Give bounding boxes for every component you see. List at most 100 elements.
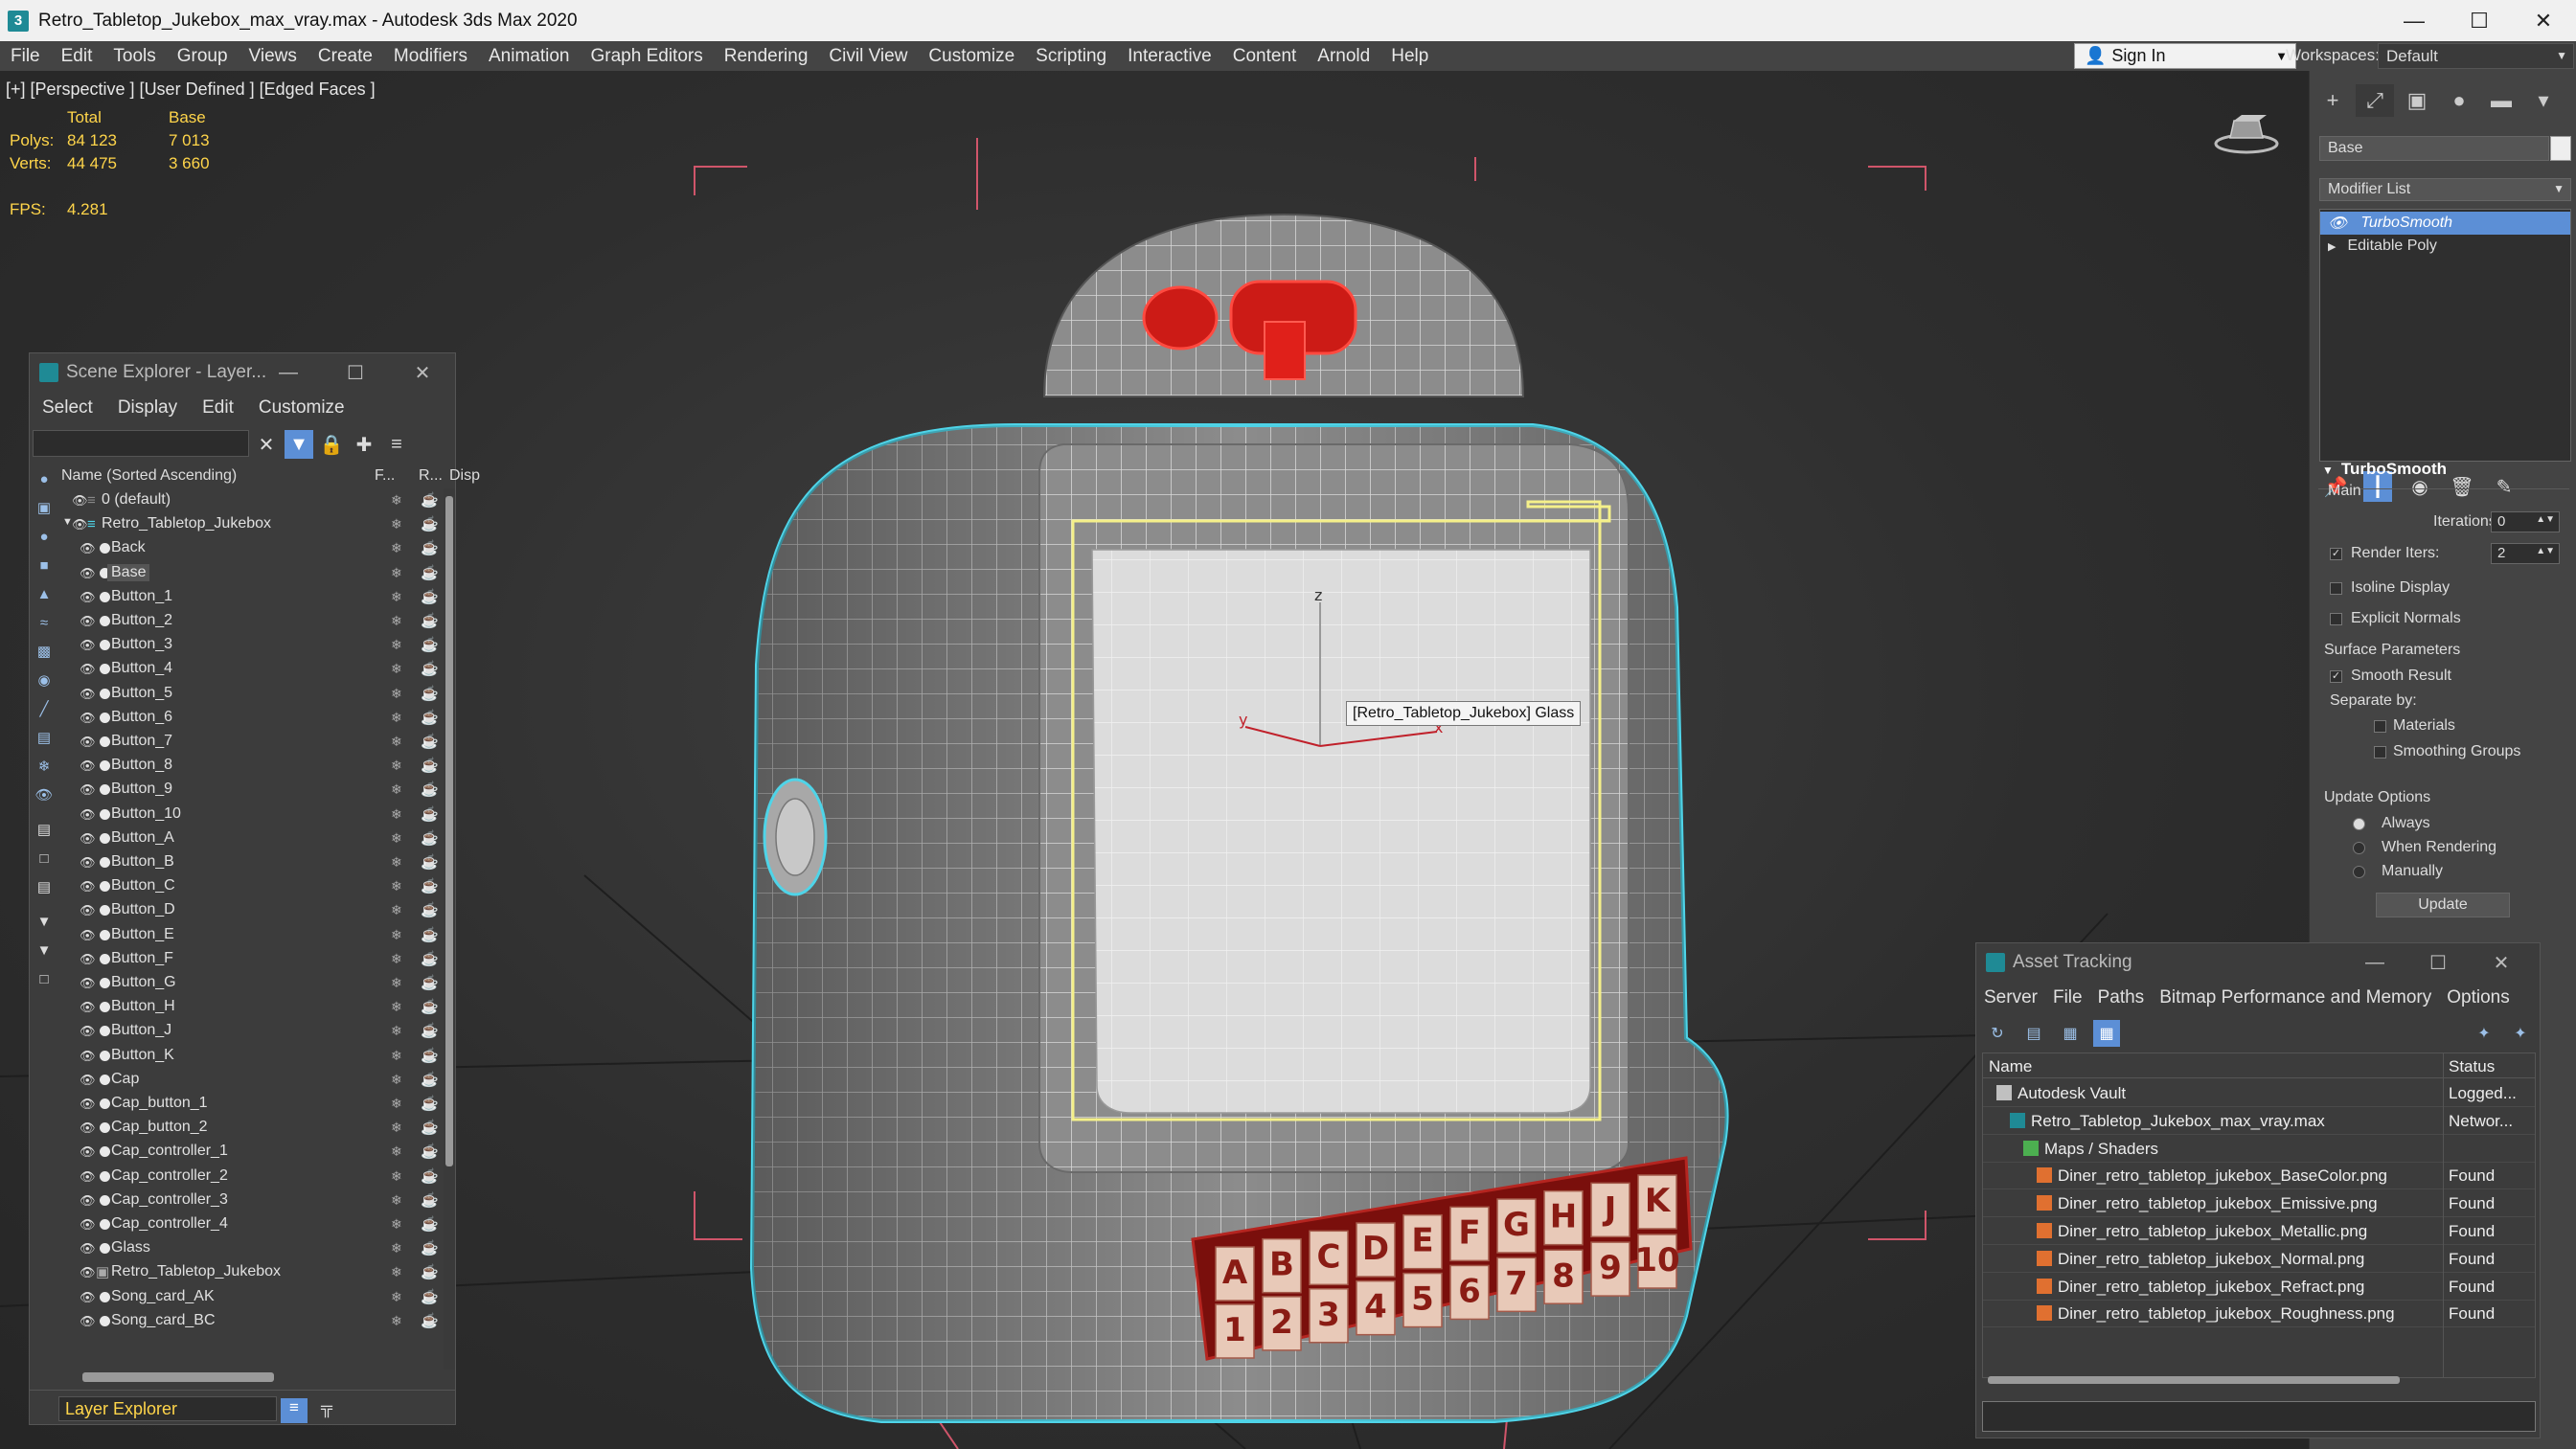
freeze-icon[interactable]: ❄ — [391, 927, 402, 943]
freeze-icon[interactable]: ❄ — [391, 1192, 402, 1209]
renderable-teapot-icon[interactable]: ☕ — [421, 515, 439, 532]
eye-icon[interactable]: 👁 — [2328, 214, 2347, 233]
eye-icon[interactable]: 👁 — [80, 782, 96, 797]
display-containers-icon[interactable]: ▤ — [34, 727, 55, 748]
clear-search-icon[interactable]: ✕ — [252, 430, 281, 459]
menu-modifiers[interactable]: Modifiers — [383, 46, 478, 67]
scene-explorer-row[interactable]: 👁 Cap_button_2 ❄ ☕ — [58, 1116, 444, 1141]
renderable-teapot-icon[interactable]: ☕ — [421, 685, 439, 702]
renderable-teapot-icon[interactable]: ☕ — [421, 757, 439, 774]
close-icon[interactable]: ✕ — [2510, 0, 2576, 41]
scene-explorer-row[interactable]: 👁 Button_C ❄ ☕ — [58, 874, 444, 899]
eye-icon[interactable]: 👁 — [80, 1217, 96, 1232]
update-button[interactable]: Update — [2376, 893, 2510, 917]
freeze-icon[interactable]: ❄ — [391, 1096, 402, 1112]
frozen-column-header[interactable]: F... — [375, 467, 395, 485]
minimize-icon[interactable]: — — [2381, 0, 2448, 41]
renderable-teapot-icon[interactable]: ☕ — [421, 1288, 439, 1305]
scene-explorer-row[interactable]: 👁 Button_D ❄ ☕ — [58, 898, 444, 923]
utilities-tab-icon[interactable]: ▾ — [2524, 84, 2563, 117]
close-icon[interactable]: ✕ — [2473, 943, 2530, 982]
display-shapes-icon[interactable]: ▣ — [34, 497, 55, 518]
minimize-icon[interactable]: — — [260, 353, 317, 392]
scene-explorer-row[interactable]: 👁 Button_A ❄ ☕ — [58, 826, 444, 851]
freeze-icon[interactable]: ❄ — [391, 1168, 402, 1185]
renderable-teapot-icon[interactable]: ☕ — [421, 564, 439, 581]
scene-explorer-row[interactable]: 👁 ▣ Retro_Tabletop_Jukebox ❄ ☕ — [58, 1260, 444, 1285]
eye-icon[interactable]: 👁 — [80, 1241, 96, 1256]
eye-icon[interactable]: 👁 — [80, 1049, 96, 1063]
display-cameras-icon[interactable]: ■ — [34, 555, 55, 576]
at-menu-paths[interactable]: Paths — [2090, 987, 2153, 1008]
eye-icon[interactable]: 👁 — [80, 1193, 96, 1208]
renderable-teapot-icon[interactable]: ☕ — [421, 612, 439, 629]
scene-explorer-row[interactable]: 👁 Song_card_BC ❄ ☕ — [58, 1309, 444, 1334]
eye-icon[interactable]: 👁 — [80, 1097, 96, 1111]
se-menu-display[interactable]: Display — [105, 397, 190, 419]
asset-row[interactable]: Diner_retro_tabletop_jukebox_BaseColor.p… — [1983, 1162, 2535, 1190]
eye-icon[interactable]: 👁 — [80, 614, 96, 628]
eye-icon[interactable]: 👁 — [80, 976, 96, 990]
smoothing-groups-checkbox[interactable] — [2374, 746, 2386, 758]
eye-icon[interactable]: 👁 — [80, 735, 96, 749]
renderable-teapot-icon[interactable]: ☕ — [421, 733, 439, 750]
maximize-icon[interactable]: ☐ — [2446, 0, 2513, 41]
freeze-icon[interactable]: ❄ — [391, 1313, 402, 1329]
close-icon[interactable]: ✕ — [394, 353, 451, 392]
renderable-teapot-icon[interactable]: ☕ — [421, 926, 439, 943]
menu-animation[interactable]: Animation — [478, 46, 581, 67]
scene-explorer-row[interactable]: ▼ 👁 ≡ Retro_Tabletop_Jukebox ❄ ☕ — [58, 512, 444, 537]
freeze-icon[interactable]: ❄ — [391, 565, 402, 581]
eye-icon[interactable]: 👁 — [80, 903, 96, 917]
freeze-icon[interactable]: ❄ — [391, 878, 402, 894]
freeze-icon[interactable]: ❄ — [391, 999, 402, 1015]
scene-explorer-row[interactable]: 👁 Button_G ❄ ☕ — [58, 971, 444, 996]
manually-radio[interactable] — [2353, 866, 2365, 878]
renderable-teapot-icon[interactable]: ☕ — [421, 877, 439, 894]
renderable-teapot-icon[interactable]: ☕ — [421, 805, 439, 823]
scene-explorer-row[interactable]: 👁 Cap_controller_2 ❄ ☕ — [58, 1165, 444, 1189]
eye-icon[interactable]: 👁 — [80, 711, 96, 725]
renderable-teapot-icon[interactable]: ☕ — [421, 1047, 439, 1064]
minimize-icon[interactable]: — — [2346, 943, 2404, 982]
eye-icon[interactable]: 👁 — [80, 1000, 96, 1014]
renderable-teapot-icon[interactable]: ☕ — [421, 491, 439, 509]
asset-tracking-titlebar[interactable]: Asset Tracking — ☐ ✕ — [1976, 943, 2540, 982]
render-iters-checkbox[interactable]: ✓ — [2330, 548, 2342, 560]
filter-funnel-icon[interactable]: ▼ — [34, 911, 55, 932]
asset-row[interactable]: Diner_retro_tabletop_jukebox_Metallic.pn… — [1983, 1217, 2535, 1245]
freeze-icon[interactable]: ❄ — [391, 781, 402, 798]
turbosmooth-rollout-title[interactable]: ▼ TurboSmooth — [2322, 460, 2447, 479]
menu-customize[interactable]: Customize — [918, 46, 1025, 67]
renderable-teapot-icon[interactable]: ☕ — [421, 829, 439, 847]
freeze-icon[interactable]: ❄ — [391, 1120, 402, 1136]
renderable-teapot-icon[interactable]: ☕ — [421, 1022, 439, 1039]
eye-icon[interactable]: 👁 — [80, 1169, 96, 1184]
freeze-icon[interactable]: ❄ — [391, 516, 402, 532]
scene-explorer-row[interactable]: 👁 Button_6 ❄ ☕ — [58, 706, 444, 731]
viewcube-icon[interactable] — [2213, 109, 2280, 157]
renderable-teapot-icon[interactable]: ☕ — [421, 950, 439, 967]
scene-explorer-row[interactable]: 👁 Button_2 ❄ ☕ — [58, 609, 444, 634]
display-invert-icon[interactable]: ▤ — [34, 876, 55, 897]
scene-explorer-row[interactable]: 👁 Button_K ❄ ☕ — [58, 1044, 444, 1069]
renderable-teapot-icon[interactable]: ☕ — [421, 709, 439, 726]
scene-explorer-row[interactable]: 👁 Button_B ❄ ☕ — [58, 850, 444, 875]
menu-civil-view[interactable]: Civil View — [818, 46, 918, 67]
pin-icon[interactable]: ✦ — [2507, 1020, 2534, 1047]
scene-explorer-row[interactable]: 👁 Button_E ❄ ☕ — [58, 923, 444, 948]
scene-explorer-search-input[interactable] — [33, 430, 249, 457]
materials-checkbox[interactable] — [2374, 720, 2386, 733]
freeze-icon[interactable]: ❄ — [391, 661, 402, 677]
renderable-teapot-icon[interactable]: ☕ — [421, 1119, 439, 1136]
renderable-teapot-icon[interactable]: ☕ — [421, 1215, 439, 1233]
display-column-header[interactable]: Disp — [449, 467, 480, 485]
lock-icon[interactable]: 🔒 — [317, 430, 346, 459]
stack-item-editable-poly[interactable]: ▶ Editable Poly — [2320, 235, 2570, 258]
eye-icon[interactable]: 👁 — [80, 1265, 96, 1279]
name-column-header[interactable]: Name (Sorted Ascending) — [61, 467, 237, 485]
scene-explorer-row[interactable]: 👁 Button_1 ❄ ☕ — [58, 585, 444, 610]
at-menu-server[interactable]: Server — [1976, 987, 2045, 1008]
renderable-teapot-icon[interactable]: ☕ — [421, 1263, 439, 1280]
freeze-icon[interactable]: ❄ — [391, 1072, 402, 1088]
